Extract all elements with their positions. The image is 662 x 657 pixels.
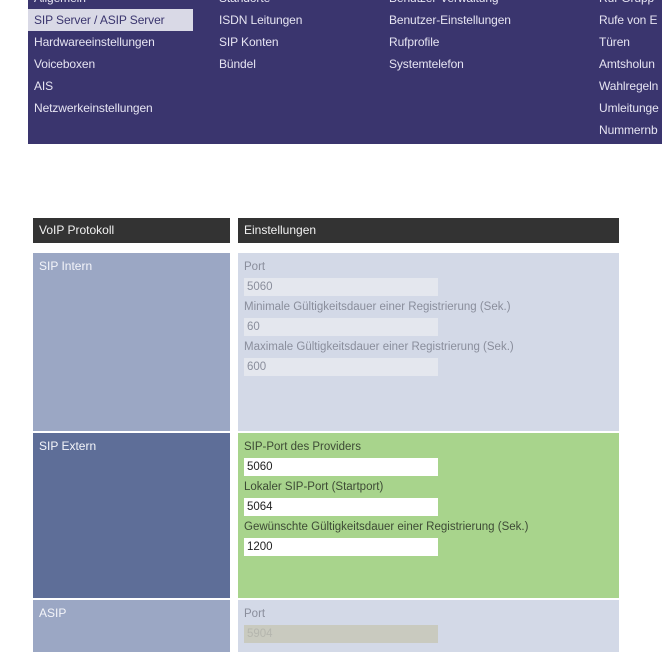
protocol-name-sip-intern: SIP Intern [33,253,230,431]
max-duration-label: Maximale Gültigkeitsdauer einer Registri… [244,341,514,353]
nav-item-allgemein[interactable]: Allgemein [28,0,193,9]
top-navigation: Allgemein SIP Server / ASIP Server Hardw… [28,0,662,144]
registration-duration-label: Gewünschte Gültigkeitsdauer einer Regist… [244,521,529,533]
nav-item-sip-konten[interactable]: SIP Konten [213,31,373,53]
protocol-name-sip-extern: SIP Extern [33,433,230,598]
port-label: Port [244,261,266,273]
nav-item-systemtelefon[interactable]: Systemtelefon [383,53,583,75]
protocol-name-asip: ASIP [33,600,230,652]
local-port-input[interactable]: 5064 [244,498,438,516]
nav-item-wahlregeln[interactable]: Wahlregeln [593,75,662,97]
nav-item-voiceboxen[interactable]: Voiceboxen [28,53,193,75]
nav-item-benutzer-verwaltung[interactable]: Benutzer-Verwaltung [383,0,583,9]
provider-port-label: SIP-Port des Providers [244,441,361,453]
column-header-settings: Einstellungen [238,218,619,243]
asip-port-field: 5904 [244,625,438,643]
nav-item-benutzer-einstellungen[interactable]: Benutzer-Einstellungen [383,9,583,31]
settings-cell-asip: Port 5904 [238,600,619,652]
nav-item-sip-server[interactable]: SIP Server / ASIP Server [28,9,193,31]
nav-item-rufe-von[interactable]: Rufe von E [593,9,662,31]
table-row-sip-extern: SIP Extern SIP-Port des Providers 5060 L… [33,433,619,598]
registration-duration-input[interactable]: 1200 [244,538,438,556]
nav-item-isdn-leitungen[interactable]: ISDN Leitungen [213,9,373,31]
nav-item-tueren[interactable]: Türen [593,31,662,53]
settings-cell-sip-extern: SIP-Port des Providers 5060 Lokaler SIP-… [238,433,619,598]
nav-item-hardwareeinstellungen[interactable]: Hardwareeinstellungen [28,31,193,53]
nav-item-ruf-gruppen[interactable]: Ruf-Grupp [593,0,662,9]
nav-item-ais[interactable]: AIS [28,75,193,97]
sip-intern-min-duration-field: 60 [244,318,438,336]
nav-item-rufprofile[interactable]: Rufprofile [383,31,583,53]
asip-port-label: Port [244,608,266,620]
table-row-sip-intern: SIP Intern Port 5060 Minimale Gültigkeit… [33,253,619,431]
nav-item-umleitungen[interactable]: Umleitunge [593,97,662,119]
local-port-label: Lokaler SIP-Port (Startport) [244,481,384,493]
settings-cell-sip-intern: Port 5060 Minimale Gültigkeitsdauer eine… [238,253,619,431]
nav-column-routing: Ruf-Grupp Rufe von E Türen Amtsholun Wah… [593,0,662,141]
nav-column-users: Benutzer-Verwaltung Benutzer-Einstellung… [383,0,583,75]
nav-item-netzwerkeinstellungen[interactable]: Netzwerkeinstellungen [28,97,193,119]
table-row-asip: ASIP Port 5904 [33,600,619,652]
min-duration-label: Minimale Gültigkeitsdauer einer Registri… [244,301,511,313]
nav-item-amtsholung[interactable]: Amtsholun [593,53,662,75]
nav-item-standorte[interactable]: Standorte [213,0,373,9]
column-header-protocol: VoIP Protokoll [33,218,230,243]
provider-port-input[interactable]: 5060 [244,458,438,476]
sip-intern-max-duration-field: 600 [244,358,438,376]
nav-column-lines: Standorte ISDN Leitungen SIP Konten Bünd… [213,0,373,75]
sip-intern-port-field: 5060 [244,278,438,296]
nav-column-system: Allgemein SIP Server / ASIP Server Hardw… [28,0,193,119]
nav-item-nummernbereiche[interactable]: Nummernb [593,119,662,141]
nav-item-buendel[interactable]: Bündel [213,53,373,75]
